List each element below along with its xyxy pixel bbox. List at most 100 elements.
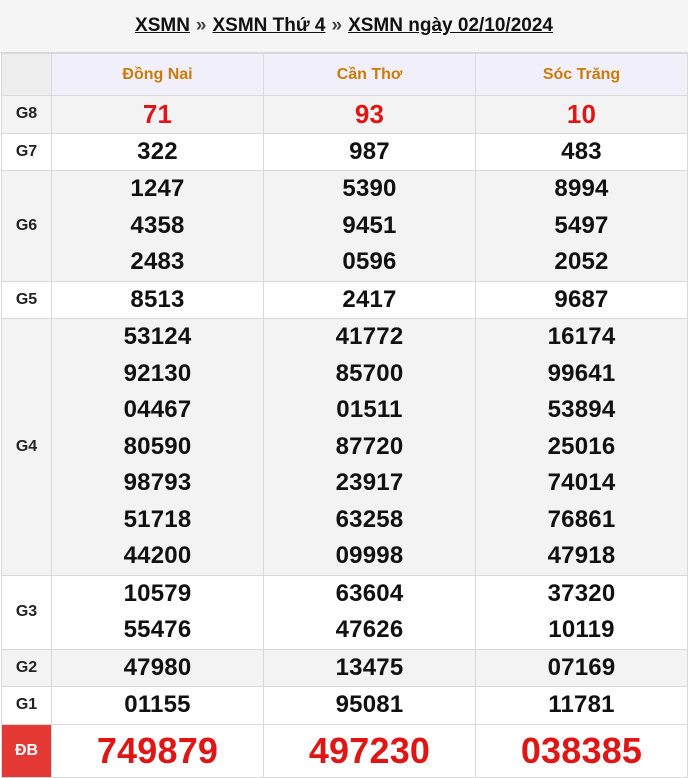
prize-number: 98793 <box>123 469 192 496</box>
prize-number: 95081 <box>335 691 404 718</box>
prize-number: 93 <box>354 99 385 129</box>
prize-number: 37320 <box>547 579 616 607</box>
prize-number: 55476 <box>123 616 192 643</box>
breadcrumb-separator: » <box>331 15 343 36</box>
prize-number: 497230 <box>308 729 431 771</box>
prize-row-g7: G7 322 987 483 <box>1 132 688 171</box>
prize-number: 53894 <box>547 396 616 423</box>
prize-cell: 8994 5497 2052 <box>475 170 688 282</box>
prize-number: 10 <box>566 99 597 129</box>
prize-cell: 47980 <box>51 648 264 687</box>
prize-cell: 8513 <box>51 280 264 319</box>
prize-number: 322 <box>137 137 178 165</box>
lottery-result-page: XSMN » XSMN Thứ 4 » XSMN ngày 02/10/2024… <box>0 0 688 778</box>
province-header[interactable]: Đồng Nai <box>51 53 264 96</box>
prize-number: 038385 <box>520 729 643 771</box>
prize-number: 987 <box>349 137 390 165</box>
prize-cell: 13475 <box>263 648 476 687</box>
prize-number: 63258 <box>335 505 404 533</box>
prize-number: 483 <box>561 137 602 165</box>
prize-number: 85700 <box>335 359 404 387</box>
prize-cell: 37320 10119 <box>475 574 688 650</box>
prize-cell: 71 <box>51 95 264 134</box>
prize-label: G8 <box>1 95 52 134</box>
prize-cell: 07169 <box>475 648 688 687</box>
prize-number: 51718 <box>123 505 192 533</box>
prize-number: 41772 <box>335 323 404 350</box>
prize-label: ĐB <box>1 723 52 778</box>
prize-cell: 41772 85700 01511 87720 23917 63258 09998 <box>263 318 476 576</box>
breadcrumb: XSMN » XSMN Thứ 4 » XSMN ngày 02/10/2024 <box>0 0 688 53</box>
prize-number: 44200 <box>123 542 192 569</box>
prize-cell: 497230 <box>263 723 476 778</box>
prize-number: 2417 <box>342 285 397 313</box>
prize-number: 23917 <box>335 469 404 496</box>
prize-cell: 10579 55476 <box>51 574 264 650</box>
prize-cell: 93 <box>263 95 476 134</box>
prize-number: 04467 <box>123 396 192 423</box>
prize-number: 71 <box>142 99 173 129</box>
province-header[interactable]: Cần Thơ <box>263 53 476 96</box>
prize-number: 25016 <box>547 432 616 460</box>
prize-number: 09998 <box>335 542 404 569</box>
breadcrumb-link-weekday[interactable]: XSMN Thứ 4 <box>213 15 326 37</box>
prize-cell: 9687 <box>475 280 688 319</box>
prize-number: 16174 <box>547 323 616 350</box>
prize-number: 749879 <box>96 729 219 771</box>
breadcrumb-link-date[interactable]: XSMN ngày 02/10/2024 <box>348 15 553 37</box>
prize-number: 4358 <box>130 211 185 239</box>
prize-cell: 1247 4358 2483 <box>51 170 264 282</box>
prize-number: 01155 <box>124 691 191 718</box>
prize-label: G7 <box>1 132 52 171</box>
prize-cell: 53124 92130 04467 80590 98793 51718 44200 <box>51 318 264 576</box>
prize-cell: 987 <box>263 132 476 171</box>
prize-row-g6: G6 1247 4358 2483 5390 9451 0596 8994 5497 2052 <box>1 170 688 282</box>
prize-row-g4: G4 53124 92130 04467 80590 98793 51718 44200 417… <box>1 318 688 576</box>
province-header[interactable]: Sóc Trăng <box>475 53 688 96</box>
prize-number: 63604 <box>335 579 404 607</box>
prize-cell: 322 <box>51 132 264 171</box>
prize-label: G2 <box>1 648 52 687</box>
prize-label: G1 <box>1 686 52 725</box>
prize-number: 92130 <box>123 359 192 387</box>
prize-cell: 2417 <box>263 280 476 319</box>
prize-number: 9687 <box>554 285 609 313</box>
prize-number: 99641 <box>547 359 616 387</box>
prize-cell: 038385 <box>475 723 688 778</box>
prize-number: 01511 <box>336 396 403 423</box>
prize-number: 11781 <box>548 691 615 718</box>
prize-number: 10579 <box>123 579 192 607</box>
prize-number: 74014 <box>547 469 616 496</box>
prize-number: 5390 <box>342 175 397 202</box>
prize-number: 47626 <box>335 616 404 643</box>
prize-number: 07169 <box>547 653 616 681</box>
prize-row-g5: G5 8513 2417 9687 <box>1 280 688 319</box>
prize-number: 8994 <box>554 175 609 202</box>
prize-cell: 749879 <box>51 723 264 778</box>
prize-label: G3 <box>1 574 52 650</box>
prize-cell: 483 <box>475 132 688 171</box>
prize-number: 9451 <box>342 211 397 239</box>
prize-cell: 10 <box>475 95 688 134</box>
prize-number: 8513 <box>130 285 185 313</box>
prize-cell: 5390 9451 0596 <box>263 170 476 282</box>
prize-number: 0596 <box>342 248 397 275</box>
prize-number: 80590 <box>123 432 192 460</box>
prize-number: 2483 <box>130 248 185 275</box>
header-corner <box>1 53 52 96</box>
prize-cell: 63604 47626 <box>263 574 476 650</box>
prize-row-g8: G8 71 93 10 <box>1 95 688 134</box>
prize-number: 47918 <box>547 542 616 569</box>
breadcrumb-link-xsmn[interactable]: XSMN <box>135 15 190 37</box>
prize-number: 5497 <box>554 211 609 239</box>
province-header-row: Đồng Nai Cần Thơ Sóc Trăng <box>1 53 688 96</box>
prize-label: G4 <box>1 318 52 576</box>
prize-number: 10119 <box>548 616 615 643</box>
prize-cell: 16174 99641 53894 25016 74014 76861 47918 <box>475 318 688 576</box>
prize-row-g3: G3 10579 55476 63604 47626 37320 10119 <box>1 574 688 650</box>
prize-number: 53124 <box>123 323 192 350</box>
results-table: Đồng Nai Cần Thơ Sóc Trăng G8 71 93 10 G7 322… <box>1 53 688 778</box>
prize-cell: 11781 <box>475 686 688 725</box>
prize-row-đb: ĐB 749879 497230 038385 <box>1 723 688 778</box>
prize-number: 76861 <box>547 505 616 533</box>
